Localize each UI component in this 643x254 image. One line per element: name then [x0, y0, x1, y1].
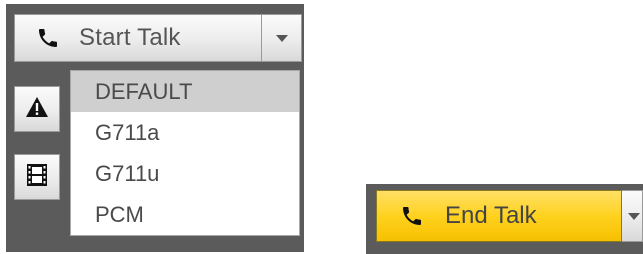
end-talk-label: End Talk — [445, 202, 537, 229]
codec-dropdown-toggle[interactable] — [262, 14, 302, 62]
start-talk-label: Start Talk — [79, 24, 181, 51]
start-talk-split-button: Start Talk — [14, 14, 302, 64]
phone-icon — [35, 25, 61, 51]
codec-option-g711a[interactable]: G711a — [71, 112, 299, 153]
start-talk-button[interactable]: Start Talk — [14, 14, 262, 62]
codec-option-pcm[interactable]: PCM — [71, 194, 299, 235]
warning-icon — [25, 96, 49, 123]
end-talk-panel: End Talk — [366, 184, 643, 254]
alarm-button[interactable] — [14, 86, 60, 132]
talk-controls-stage: Start Talk DEFAULT G711a G711u PCM End T… — [0, 0, 643, 254]
end-talk-button[interactable]: End Talk — [376, 190, 622, 242]
chevron-down-icon — [628, 212, 640, 220]
phone-icon — [399, 203, 425, 229]
codec-option-g711u[interactable]: G711u — [71, 153, 299, 194]
talk-panel: Start Talk DEFAULT G711a G711u PCM — [6, 4, 304, 252]
chevron-down-icon — [275, 34, 288, 42]
end-talk-dropdown-toggle[interactable] — [622, 190, 643, 242]
codec-option-default[interactable]: DEFAULT — [71, 71, 299, 112]
codec-dropdown-menu: DEFAULT G711a G711u PCM — [70, 70, 300, 236]
film-icon — [26, 163, 48, 192]
record-button[interactable] — [14, 154, 60, 200]
